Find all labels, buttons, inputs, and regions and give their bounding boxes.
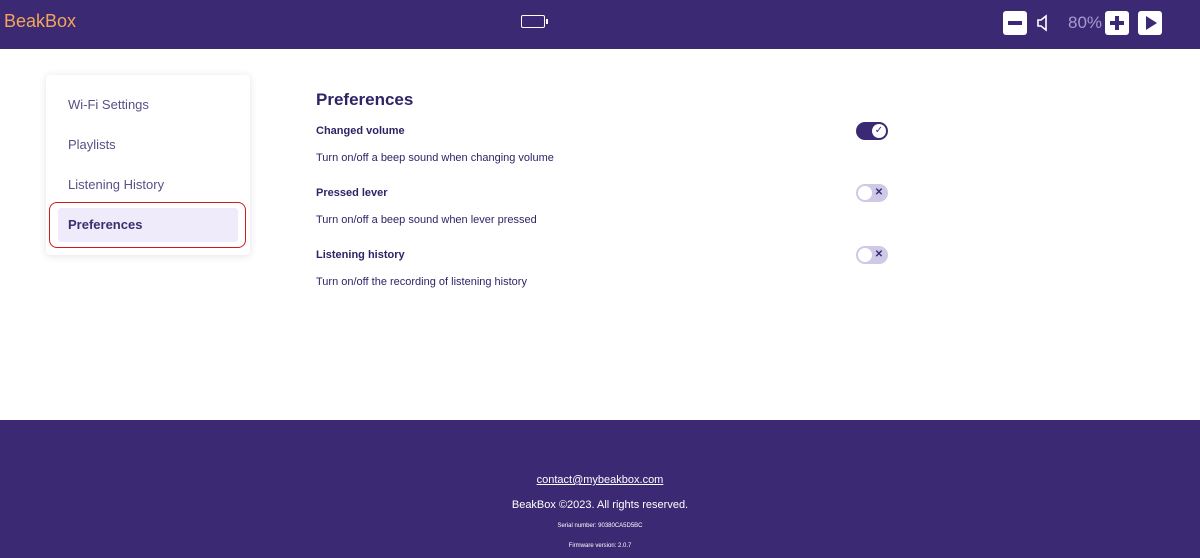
- speaker-icon: [1037, 14, 1047, 32]
- serial-number: Serial number: 90380CA5D5BC: [557, 523, 643, 529]
- volume-down-button[interactable]: [1003, 11, 1027, 35]
- toggle-knob: [858, 186, 872, 200]
- pref-desc-listening-history: Turn on/off the recording of listening h…: [316, 276, 527, 288]
- selection-highlight: [49, 202, 246, 248]
- top-bar: BeakBox 80%: [0, 0, 1200, 49]
- copyright-text: BeakBox ©2023. All rights reserved.: [511, 499, 689, 511]
- cross-icon: ✕: [874, 187, 884, 198]
- sidebar-item-listening-history[interactable]: Listening History: [58, 168, 238, 202]
- volume-level: 80%: [1068, 13, 1103, 32]
- pref-title-changed-volume: Changed volume: [316, 125, 405, 137]
- sidebar-item-label: Wi-Fi Settings: [68, 97, 149, 112]
- toggle-listening-history[interactable]: ✕: [856, 246, 888, 264]
- pref-title-pressed-lever: Pressed lever: [316, 187, 388, 199]
- battery-icon: [521, 15, 548, 28]
- pref-title-listening-history: Listening history: [316, 249, 405, 261]
- contact-email-link[interactable]: contact@mybeakbox.com: [0, 474, 1200, 486]
- sidebar-item-label: Playlists: [68, 137, 116, 152]
- sidebar-item-wifi-settings[interactable]: Wi-Fi Settings: [58, 88, 238, 122]
- sidebar-item-label: Listening History: [68, 177, 165, 192]
- toggle-changed-volume[interactable]: ✓: [856, 122, 888, 140]
- check-icon: ✓: [874, 125, 884, 136]
- page-title: Preferences: [316, 90, 414, 109]
- footer: contact@mybeakbox.com BeakBox ©2023. All…: [0, 420, 1200, 558]
- logo[interactable]: BeakBox: [4, 11, 76, 32]
- logo-text: BeakBox: [4, 11, 77, 31]
- toggle-knob: [858, 248, 872, 262]
- pref-desc-pressed-lever: Turn on/off a beep sound when lever pres…: [316, 214, 537, 226]
- firmware-version: Firmware version: 2.0.7: [568, 543, 632, 549]
- toggle-pressed-lever[interactable]: ✕: [856, 184, 888, 202]
- play-button[interactable]: [1138, 11, 1162, 35]
- sidebar-item-playlists[interactable]: Playlists: [58, 128, 238, 162]
- volume-up-button[interactable]: [1105, 11, 1129, 35]
- cross-icon: ✕: [874, 249, 884, 260]
- pref-desc-changed-volume: Turn on/off a beep sound when changing v…: [316, 152, 554, 164]
